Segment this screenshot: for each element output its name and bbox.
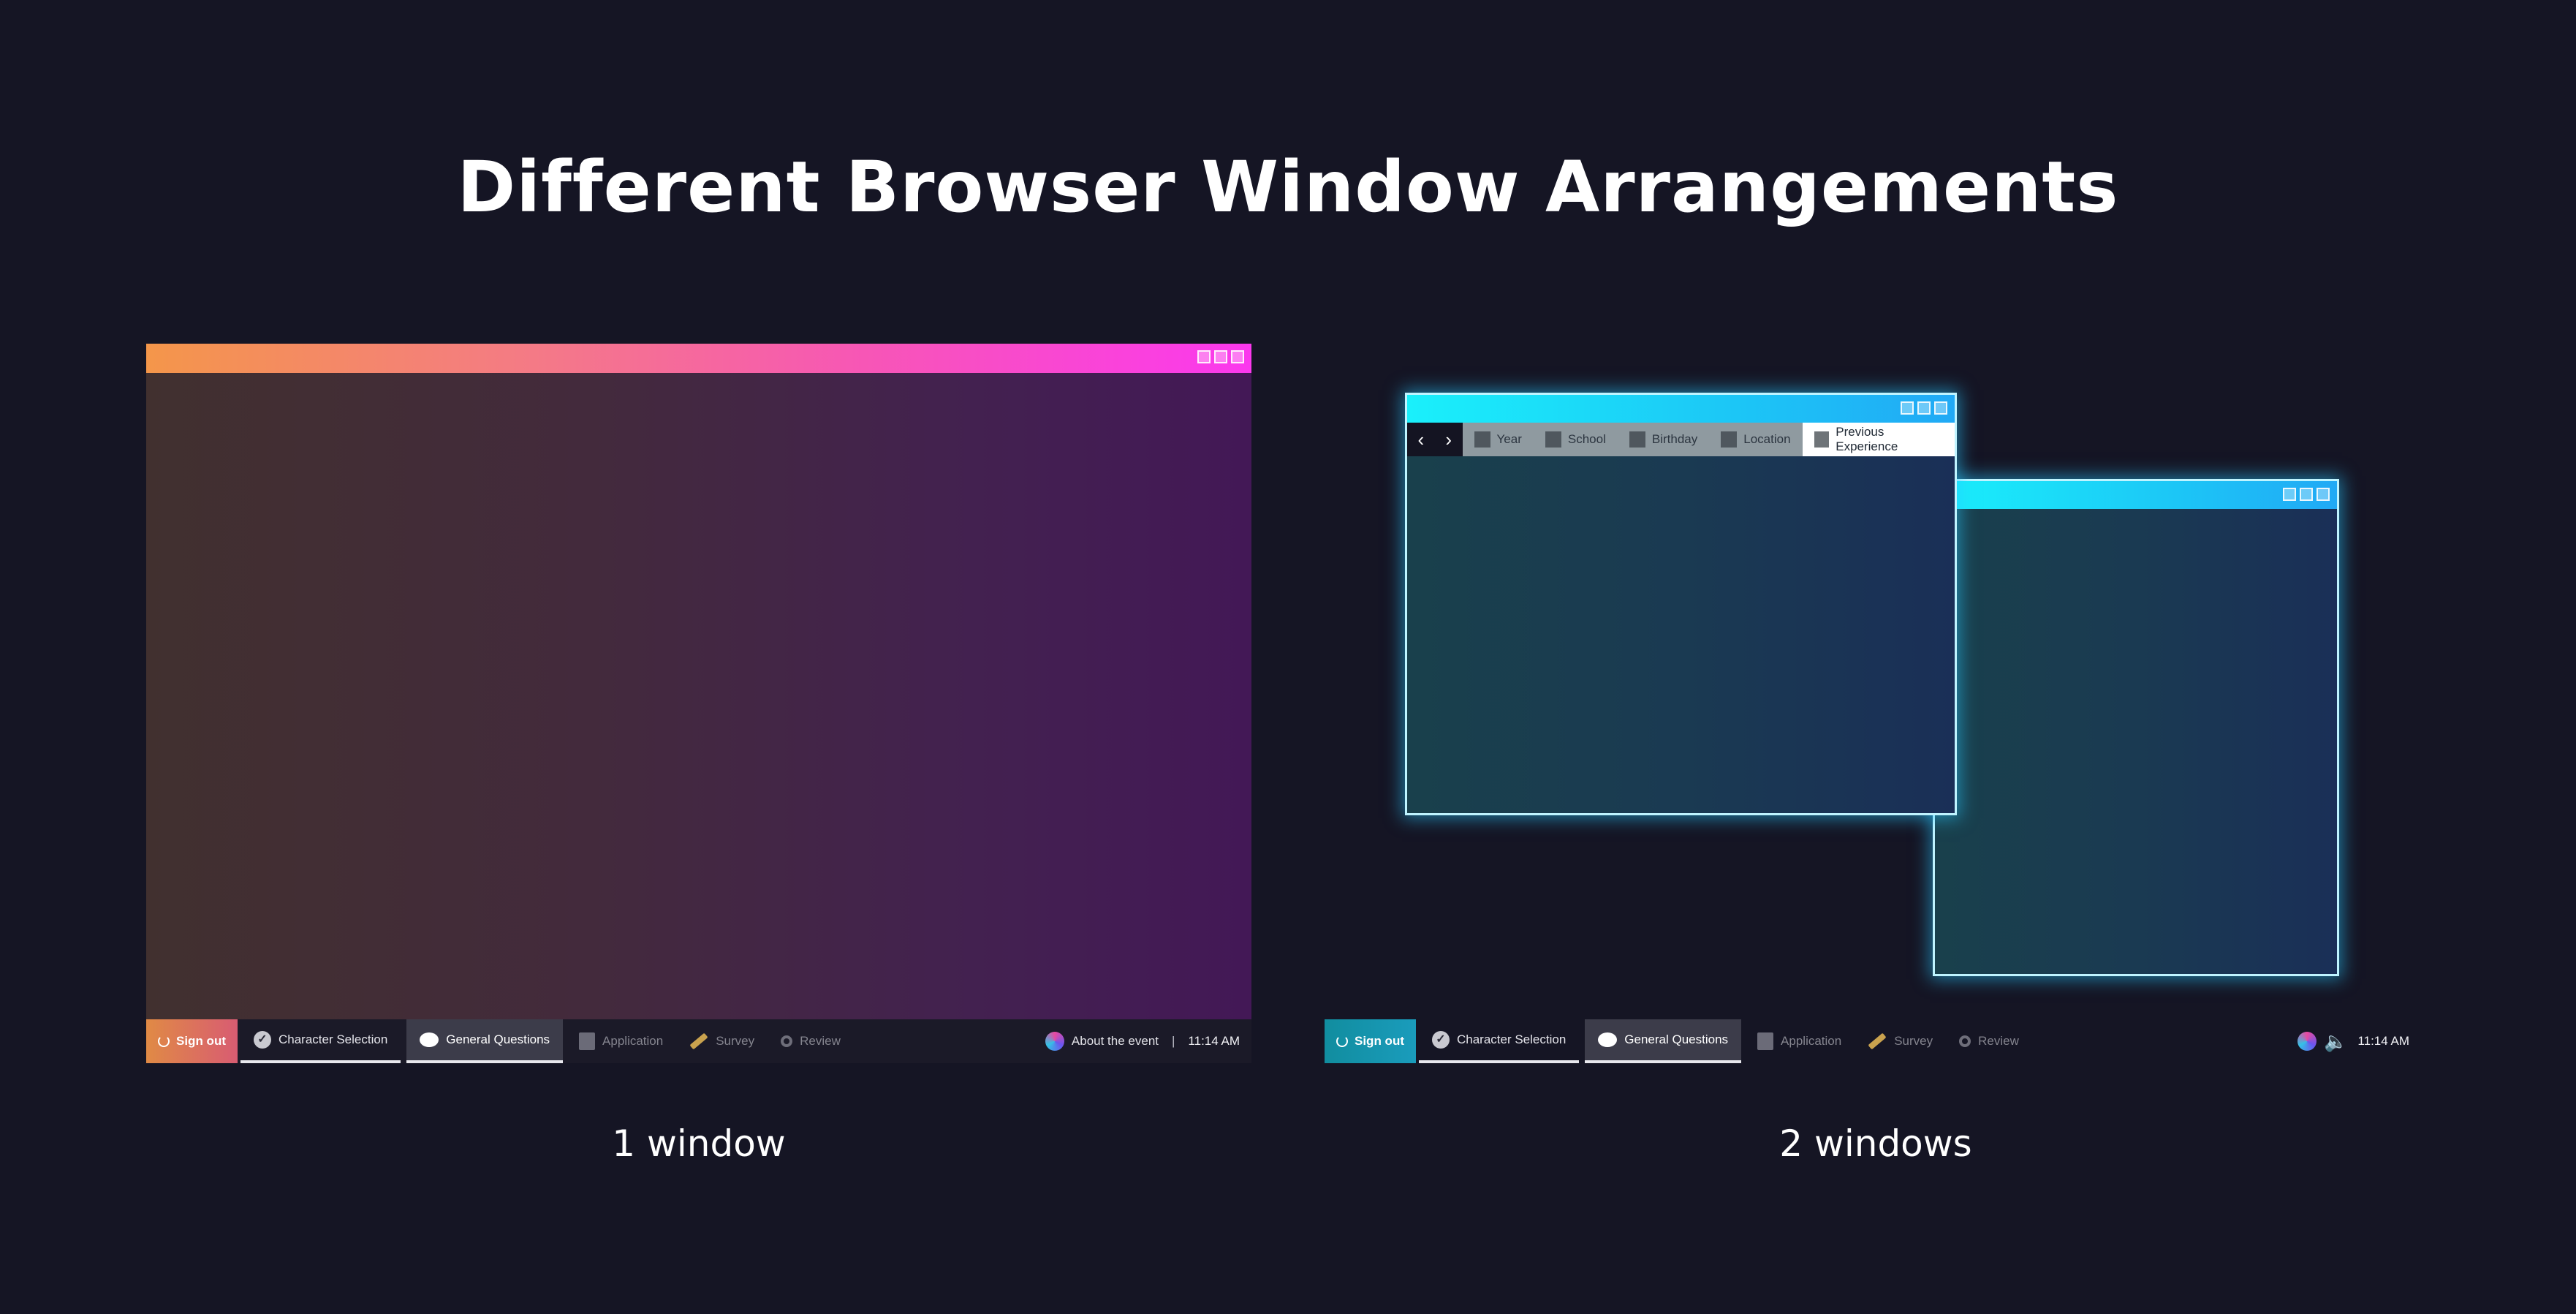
nav-buttons: ‹ › <box>1407 423 1463 456</box>
speaker-icon[interactable]: 🔈 <box>2324 1030 2347 1053</box>
tab-icon <box>1629 431 1645 448</box>
step-survey[interactable]: Survey <box>676 1019 768 1063</box>
tab-birthday[interactable]: Birthday <box>1618 423 1709 456</box>
maximize-icon[interactable] <box>1214 350 1227 363</box>
step-label: Review <box>1978 1034 2019 1048</box>
step-label: Character Selection <box>278 1032 388 1046</box>
maximize-icon[interactable] <box>1917 401 1931 415</box>
maximize-icon[interactable] <box>2300 488 2313 501</box>
tab-label: Year <box>1496 432 1522 446</box>
step-review[interactable]: Review <box>1946 1019 2032 1063</box>
step-label: Review <box>800 1034 841 1048</box>
step-character-selection[interactable]: ✓ Character Selection <box>1418 1019 1580 1063</box>
check-icon: ✓ <box>1431 1031 1450 1049</box>
minimize-icon[interactable] <box>1197 350 1211 363</box>
close-icon[interactable] <box>1231 350 1244 363</box>
step-survey[interactable]: Survey <box>1855 1019 1946 1063</box>
clock: 11:14 AM <box>2357 1034 2409 1048</box>
clock: 11:14 AM <box>1188 1034 1240 1048</box>
browser-window-front[interactable]: ‹ › Year School Birthday Location Previo… <box>1405 393 1957 815</box>
about-event-link[interactable]: About the event <box>1072 1034 1159 1049</box>
tab-school[interactable]: School <box>1534 423 1618 456</box>
speech-bubble-icon <box>420 1032 439 1047</box>
tab-icon <box>1814 431 1830 448</box>
tab-label: Location <box>1743 432 1791 446</box>
window-content <box>146 373 1251 1019</box>
tab-year[interactable]: Year <box>1463 423 1534 456</box>
window-controls <box>1197 350 1244 363</box>
step-label: General Questions <box>1624 1032 1729 1046</box>
browser-window-single[interactable] <box>146 344 1251 1019</box>
magnifier-icon <box>781 1035 793 1047</box>
step-character-selection[interactable]: ✓ Character Selection <box>240 1019 401 1063</box>
document-icon <box>579 1032 596 1050</box>
tab-bar: ‹ › Year School Birthday Location Previo… <box>1407 423 1955 456</box>
step-label: Application <box>602 1034 664 1048</box>
forward-arrow-icon[interactable]: › <box>1445 430 1452 449</box>
check-icon: ✓ <box>253 1031 271 1049</box>
divider: | <box>1172 1034 1175 1048</box>
sign-out-label: Sign out <box>176 1034 226 1048</box>
window-title-bar[interactable] <box>1935 481 2337 509</box>
window-content <box>1407 456 1955 813</box>
browser-window-back[interactable] <box>1933 479 2339 976</box>
step-label: Survey <box>716 1034 755 1048</box>
power-icon <box>158 1035 170 1047</box>
tab-icon <box>1545 431 1561 448</box>
tab-label: School <box>1567 432 1606 446</box>
event-logo-icon <box>1045 1032 1064 1051</box>
minimize-icon[interactable] <box>2283 488 2296 501</box>
step-label: General Questions <box>446 1032 550 1046</box>
taskbar-single: Sign out ✓ Character Selection General Q… <box>146 1019 1251 1063</box>
step-label: Application <box>1781 1034 1842 1048</box>
taskbar-right-group: About the event | 11:14 AM <box>1045 1019 1251 1063</box>
minimize-icon[interactable] <box>1901 401 1914 415</box>
close-icon[interactable] <box>1934 401 1947 415</box>
back-arrow-icon[interactable]: ‹ <box>1418 430 1425 449</box>
pencil-icon <box>1868 1032 1887 1050</box>
tab-label: Birthday <box>1651 432 1698 446</box>
step-label: Survey <box>1894 1034 1933 1048</box>
step-general-questions[interactable]: General Questions <box>406 1019 564 1063</box>
step-label: Character Selection <box>1456 1032 1567 1046</box>
step-application[interactable]: Application <box>566 1019 676 1063</box>
step-review[interactable]: Review <box>768 1019 854 1063</box>
tab-location[interactable]: Location <box>1709 423 1802 456</box>
taskbar-right-group: 🔈 11:14 AM <box>2297 1019 2421 1063</box>
taskbar-double: Sign out ✓ Character Selection General Q… <box>1325 1019 2421 1063</box>
close-icon[interactable] <box>2316 488 2330 501</box>
sign-out-button[interactable]: Sign out <box>1325 1019 1416 1063</box>
page-title: Different Browser Window Arrangements <box>457 146 2119 228</box>
step-application[interactable]: Application <box>1744 1019 1855 1063</box>
power-icon <box>1336 1035 1348 1047</box>
speech-bubble-icon <box>1598 1032 1618 1047</box>
pencil-icon <box>689 1032 708 1050</box>
window-controls <box>2283 488 2330 501</box>
tab-previous-experience[interactable]: Previous Experience <box>1802 423 1955 456</box>
window-title-bar[interactable] <box>1407 395 1955 423</box>
step-general-questions[interactable]: General Questions <box>1585 1019 1742 1063</box>
sign-out-label: Sign out <box>1355 1034 1404 1048</box>
sign-out-button[interactable]: Sign out <box>146 1019 238 1063</box>
window-title-bar[interactable] <box>146 344 1251 373</box>
window-content <box>1935 509 2337 974</box>
magnifier-icon <box>1959 1035 1971 1047</box>
caption-one-window: 1 window <box>612 1122 786 1165</box>
tab-label: Previous Experience <box>1836 425 1898 453</box>
event-logo-icon[interactable] <box>2297 1032 2317 1051</box>
window-controls <box>1901 401 1947 415</box>
tab-icon <box>1474 431 1490 448</box>
document-icon <box>1757 1032 1774 1050</box>
tab-icon <box>1721 431 1738 448</box>
caption-two-windows: 2 windows <box>1779 1122 1972 1165</box>
